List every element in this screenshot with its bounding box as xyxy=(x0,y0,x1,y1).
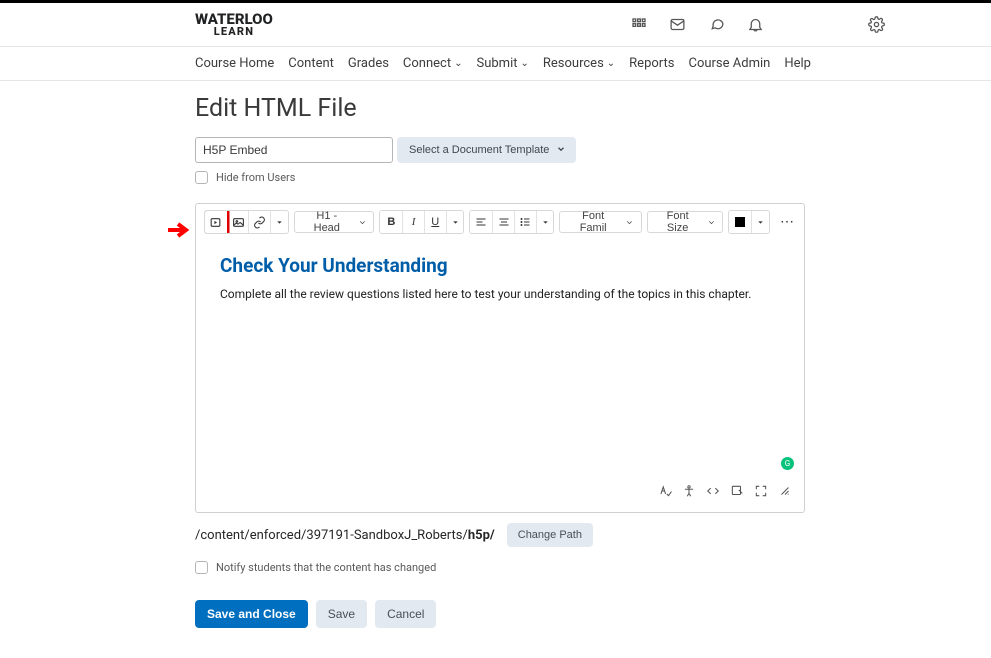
brand-logo[interactable]: WATERLOO LEARN xyxy=(195,13,273,36)
chevron-down-icon xyxy=(556,144,566,157)
content-heading: Check Your Understanding xyxy=(220,254,780,277)
settings-icon[interactable] xyxy=(868,16,885,33)
list-more-dropdown[interactable] xyxy=(536,211,554,233)
font-family-label: Font Famil xyxy=(567,210,618,234)
save-and-close-button[interactable]: Save and Close xyxy=(195,600,308,628)
page-title: Edit HTML File xyxy=(195,94,805,123)
list-button[interactable] xyxy=(514,211,536,233)
change-path-button[interactable]: Change Path xyxy=(507,523,593,547)
nav-label: Course Admin xyxy=(688,56,770,71)
fullscreen-icon[interactable] xyxy=(754,483,768,502)
global-header: WATERLOO LEARN xyxy=(0,3,991,47)
editor-toolbar: H1 - Head B I U xyxy=(196,204,804,240)
chevron-down-icon: ⌄ xyxy=(607,58,615,69)
font-color-dropdown[interactable] xyxy=(751,211,769,233)
resize-handle-icon[interactable] xyxy=(778,483,792,502)
chevron-down-icon: ⌄ xyxy=(521,58,529,69)
insert-image-button[interactable] xyxy=(227,211,249,233)
file-path-prefix: /content/enforced/397191-SandboxJ_Robert… xyxy=(195,528,468,543)
course-nav: Course Home Content Grades Connect⌄ Subm… xyxy=(0,47,991,81)
nav-label: Connect xyxy=(403,56,451,71)
nav-connect[interactable]: Connect⌄ xyxy=(403,56,463,71)
bold-button[interactable]: B xyxy=(380,211,402,233)
nav-label: Resources xyxy=(543,56,604,71)
select-template-button[interactable]: Select a Document Template xyxy=(397,137,576,163)
template-button-label: Select a Document Template xyxy=(409,144,549,156)
nav-course-home[interactable]: Course Home xyxy=(195,56,274,71)
insert-stuff-button[interactable] xyxy=(205,211,227,233)
notify-checkbox-label: Notify students that the content has cha… xyxy=(216,561,436,574)
file-path-bold: h5p/ xyxy=(468,528,495,543)
insert-more-dropdown[interactable] xyxy=(270,211,288,233)
chevron-down-icon: ⌄ xyxy=(454,58,462,69)
content-paragraph: Complete all the review questions listed… xyxy=(220,287,780,301)
paragraph-select-label: H1 - Head xyxy=(302,210,352,234)
messages-icon[interactable] xyxy=(708,16,725,33)
hide-from-users-checkbox[interactable] xyxy=(195,171,208,184)
nav-label: Grades xyxy=(348,56,389,71)
editor-footer: G xyxy=(196,477,804,512)
hide-checkbox-label: Hide from Users xyxy=(216,171,295,184)
align-more-button[interactable] xyxy=(492,211,514,233)
nav-resources[interactable]: Resources⌄ xyxy=(543,56,615,71)
apps-icon[interactable] xyxy=(631,17,647,33)
paragraph-style-select[interactable]: H1 - Head xyxy=(294,211,374,233)
nav-grades[interactable]: Grades xyxy=(348,56,389,71)
save-button[interactable]: Save xyxy=(316,600,367,628)
toolbar-overflow-button[interactable]: ⋯ xyxy=(780,214,796,230)
nav-help[interactable]: Help xyxy=(784,56,811,71)
nav-label: Reports xyxy=(629,56,674,71)
nav-label: Submit xyxy=(477,56,518,71)
nav-course-admin[interactable]: Course Admin xyxy=(688,56,770,71)
underline-button[interactable]: U xyxy=(424,211,446,233)
nav-label: Help xyxy=(784,56,811,71)
accessibility-icon[interactable] xyxy=(682,483,696,502)
nav-reports[interactable]: Reports xyxy=(629,56,674,71)
font-family-select[interactable]: Font Famil xyxy=(559,211,641,233)
nav-label: Course Home xyxy=(195,56,274,71)
cancel-button[interactable]: Cancel xyxy=(375,600,436,628)
font-color-button[interactable] xyxy=(729,211,751,233)
italic-button[interactable]: I xyxy=(402,211,424,233)
nav-content[interactable]: Content xyxy=(288,56,334,71)
insert-link-button[interactable] xyxy=(248,211,270,233)
font-size-label: Font Size xyxy=(655,210,701,234)
editor-content-area[interactable]: Check Your Understanding Complete all th… xyxy=(196,240,804,477)
mail-icon[interactable] xyxy=(669,16,686,33)
file-title-input[interactable] xyxy=(195,137,393,163)
html-editor: H1 - Head B I U xyxy=(195,203,805,513)
notifications-icon[interactable] xyxy=(747,16,764,33)
font-size-select[interactable]: Font Size xyxy=(647,211,724,233)
text-format-more-dropdown[interactable] xyxy=(446,211,464,233)
nav-submit[interactable]: Submit⌄ xyxy=(477,56,529,71)
color-swatch xyxy=(735,217,745,227)
align-left-button[interactable] xyxy=(470,211,492,233)
notify-students-checkbox[interactable] xyxy=(195,561,208,574)
source-code-icon[interactable] xyxy=(706,483,720,502)
callout-arrow-icon xyxy=(166,221,194,239)
file-path: /content/enforced/397191-SandboxJ_Robert… xyxy=(195,528,495,543)
preview-icon[interactable] xyxy=(730,483,744,502)
spellcheck-icon[interactable] xyxy=(658,483,672,502)
nav-label: Content xyxy=(288,56,334,71)
